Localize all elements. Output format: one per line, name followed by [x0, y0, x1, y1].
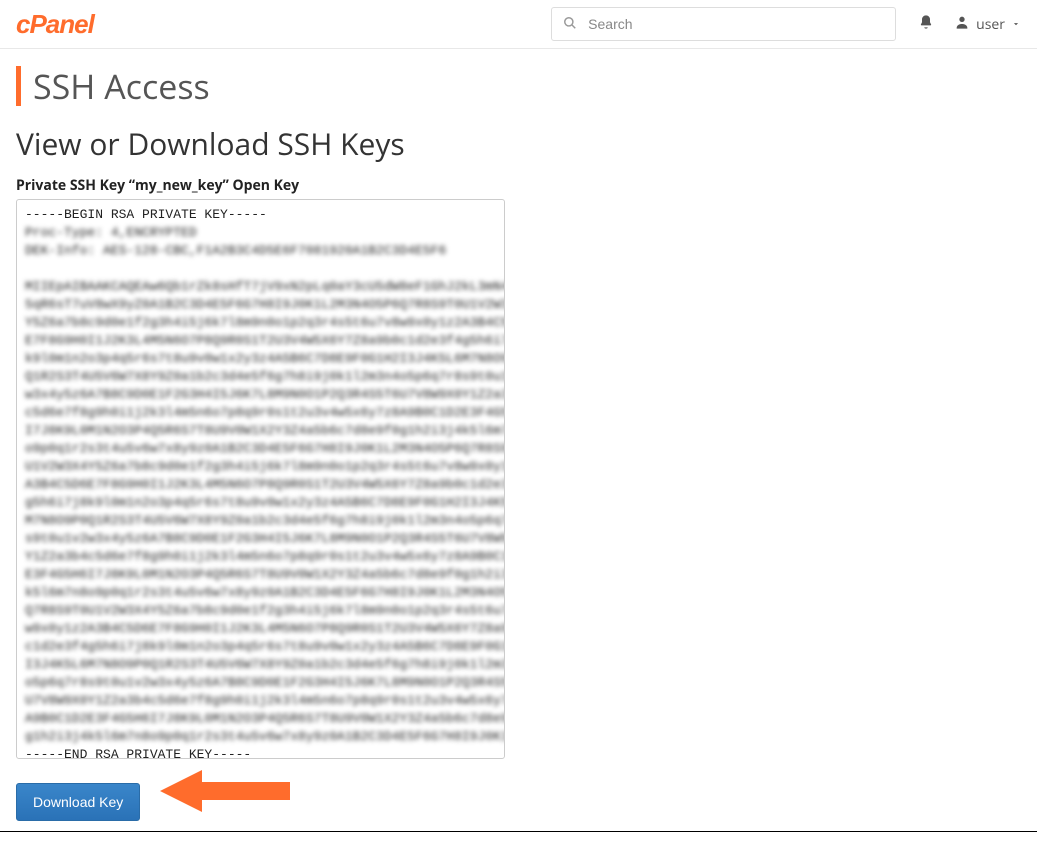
- private-key-textarea[interactable]: -----BEGIN RSA PRIVATE KEY----- Proc-Typ…: [16, 199, 505, 759]
- logo-text: cPanel: [16, 9, 94, 39]
- chevron-down-icon: [1011, 15, 1021, 34]
- main-content: SSH Access View or Download SSH Keys Pri…: [0, 49, 1037, 841]
- top-bar: cPanel user: [0, 0, 1037, 49]
- key-begin-line: -----BEGIN RSA PRIVATE KEY-----: [25, 206, 496, 224]
- user-menu[interactable]: user: [954, 14, 1021, 35]
- footer-divider: [0, 831, 1037, 832]
- user-label: user: [976, 15, 1005, 34]
- user-icon: [954, 14, 970, 35]
- page-title: SSH Access: [33, 63, 210, 109]
- top-icons: user: [918, 12, 1021, 36]
- search-container: [551, 7, 896, 41]
- key-end-line: -----END RSA PRIVATE KEY-----: [25, 746, 496, 759]
- search-input[interactable]: [551, 7, 896, 41]
- notifications-icon[interactable]: [918, 12, 934, 36]
- key-label: Private SSH Key “my_new_key” Open Key: [16, 176, 1021, 195]
- section-title: View or Download SSH Keys: [16, 123, 1021, 164]
- accent-bar: [16, 66, 21, 106]
- download-key-button[interactable]: Download Key: [16, 783, 140, 821]
- cpanel-logo: cPanel: [16, 9, 94, 40]
- key-body-blurred: Proc-Type: 4,ENCRYPTED DEK-Info: AES-128…: [25, 224, 496, 746]
- search-icon: [563, 13, 577, 35]
- page-title-row: SSH Access: [16, 63, 1021, 109]
